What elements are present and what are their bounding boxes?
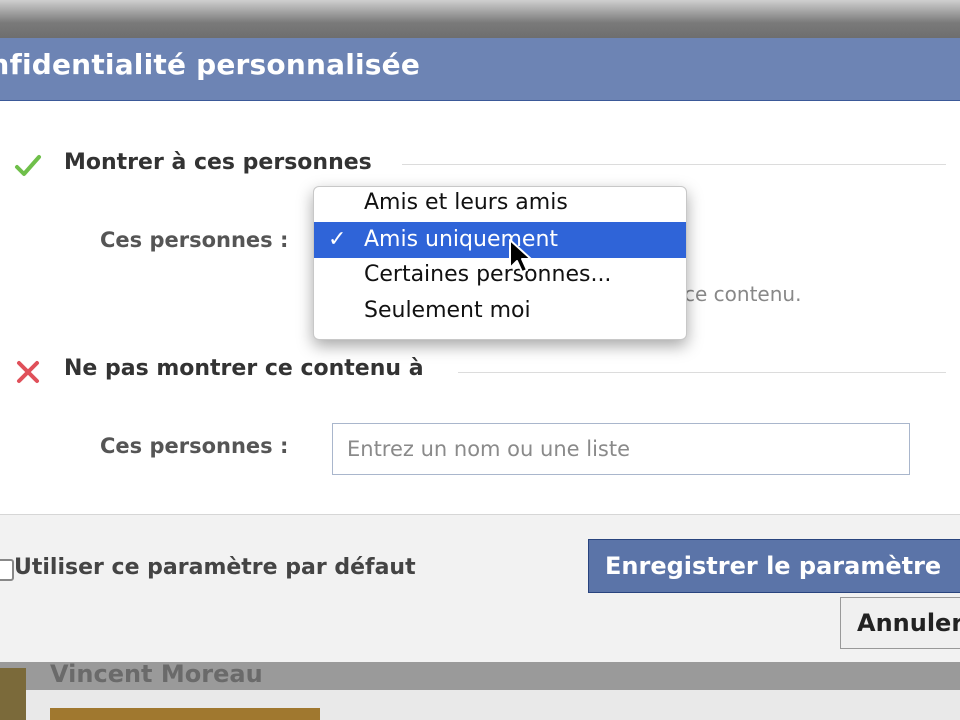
window-frame-top	[0, 0, 960, 38]
background-feed: Vincent Moreau	[0, 660, 960, 720]
background-photo	[50, 708, 320, 720]
default-setting-checkbox[interactable]	[0, 559, 14, 581]
dialog-title: onfidentialité personnalisée	[0, 48, 421, 81]
avatar	[0, 668, 26, 720]
dialog-header: onfidentialité personnalisée	[0, 38, 960, 101]
menu-item-label: Amis et leurs amis	[364, 190, 568, 215]
default-setting-label: Utiliser ce paramètre par défaut	[14, 555, 416, 580]
hide-field-label: Ces personnes :	[100, 434, 289, 458]
background-name-bar: Vincent Moreau	[0, 660, 960, 690]
section-divider	[458, 372, 946, 373]
check-icon	[15, 155, 41, 176]
background-user-name: Vincent Moreau	[50, 660, 263, 688]
show-section-heading: Montrer à ces personnes	[64, 150, 372, 175]
hide-section-heading: Ne pas montrer ce contenu à	[64, 356, 424, 381]
audience-dropdown-menu: Amis et leurs amis ✓ Amis uniquement Cer…	[313, 186, 687, 340]
menu-item-friends-only[interactable]: ✓ Amis uniquement	[314, 222, 686, 258]
privacy-dialog: onfidentialité personnalisée Montrer à c…	[0, 38, 960, 663]
hint-text: ce contenu.	[684, 282, 802, 306]
dialog-footer: Utiliser ce paramètre par défaut Enregis…	[0, 514, 960, 663]
mouse-cursor-icon	[509, 239, 532, 273]
menu-item-label: Seulement moi	[364, 298, 531, 323]
section-divider	[402, 164, 946, 165]
checkmark-icon: ✓	[328, 227, 347, 252]
exclude-people-input[interactable]	[332, 423, 910, 475]
cancel-button[interactable]: Annuler	[840, 597, 960, 649]
save-setting-button[interactable]: Enregistrer le paramètre	[588, 539, 960, 593]
show-field-label: Ces personnes :	[100, 228, 289, 252]
x-icon	[17, 361, 39, 383]
menu-item-friends-of-friends[interactable]: Amis et leurs amis	[314, 185, 686, 221]
menu-item-only-me[interactable]: Seulement moi	[314, 293, 686, 329]
menu-item-specific-people[interactable]: Certaines personnes...	[314, 257, 686, 293]
menu-item-label: Certaines personnes...	[364, 262, 612, 287]
